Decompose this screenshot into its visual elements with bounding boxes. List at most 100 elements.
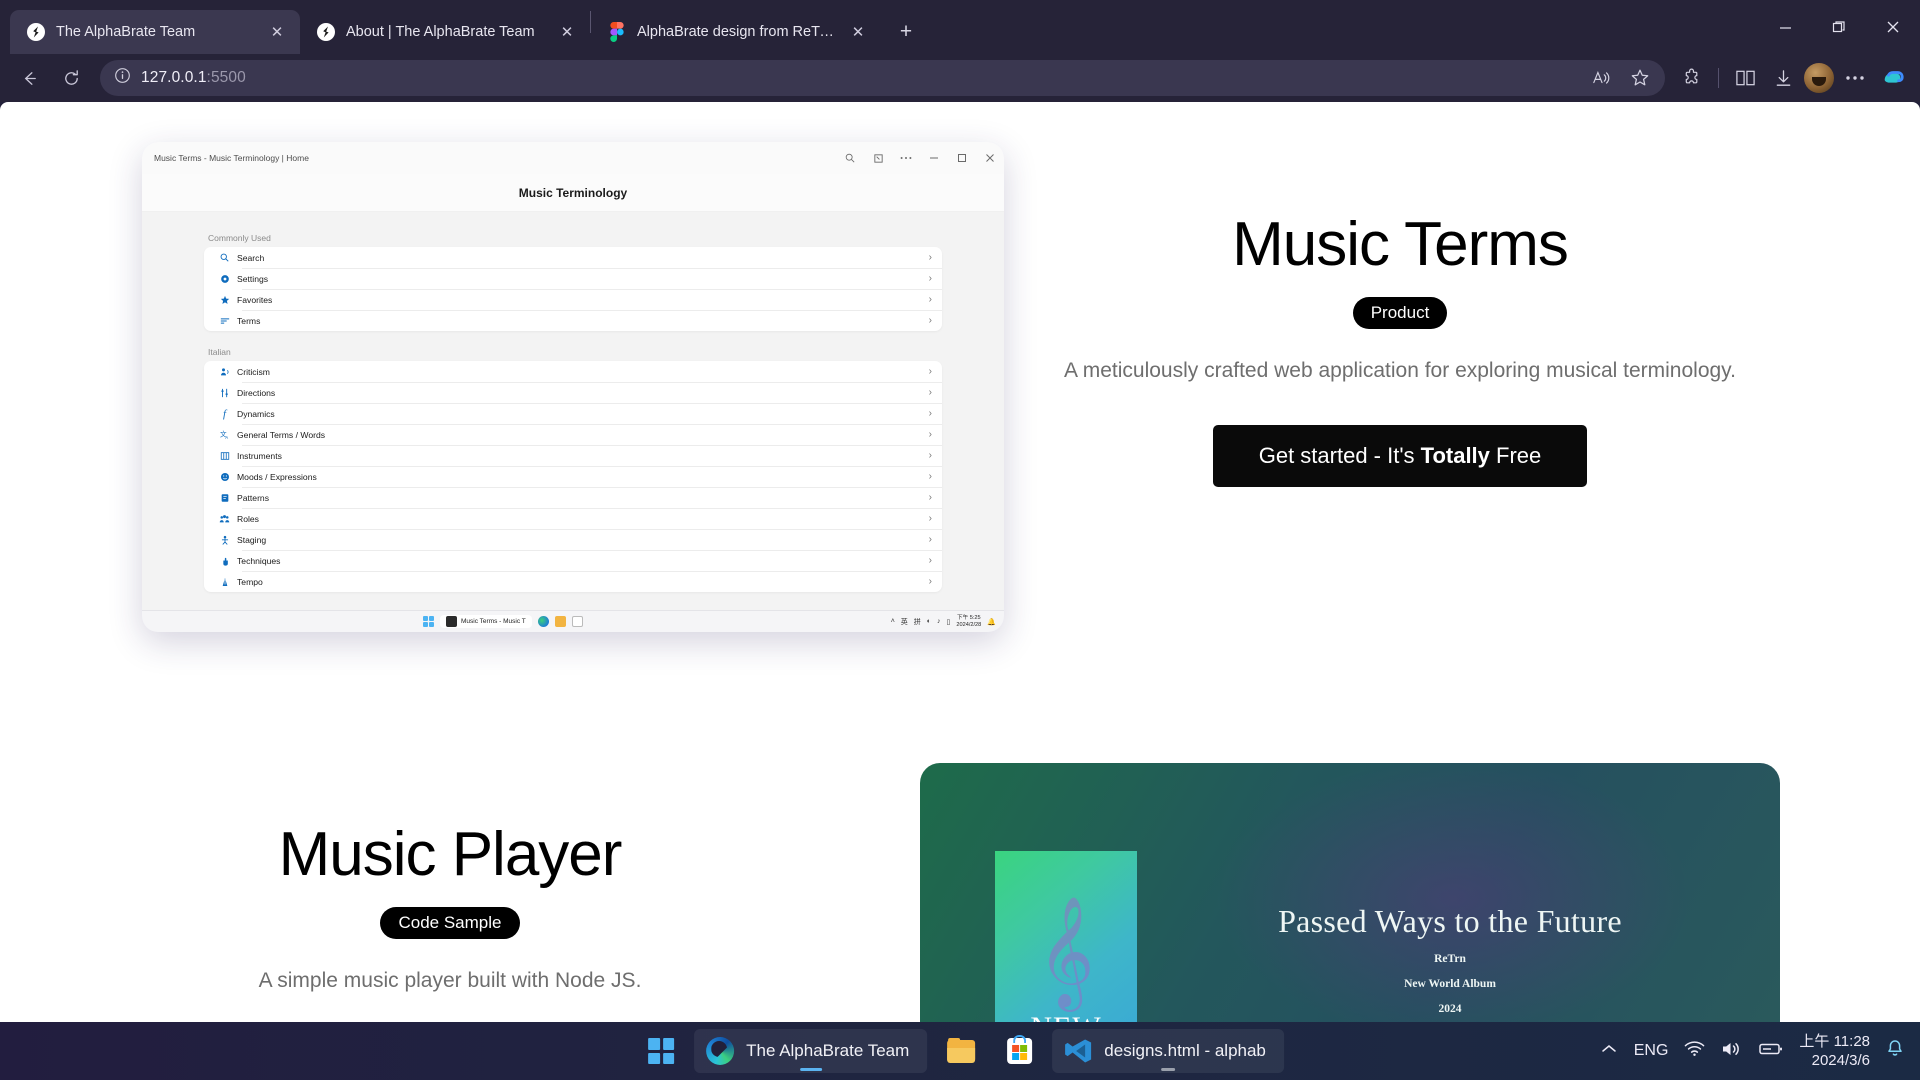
list-item[interactable]: Settings › — [204, 268, 942, 289]
annotate-icon[interactable] — [864, 142, 892, 174]
list-item[interactable]: Roles › — [204, 508, 942, 529]
ime-english-icon[interactable]: 英 — [901, 617, 908, 627]
start-icon[interactable] — [423, 616, 434, 627]
copilot-icon[interactable] — [1876, 61, 1910, 95]
taskbar-clock[interactable]: 上午 11:28 2024/3/6 — [1799, 1032, 1870, 1071]
minimize-icon[interactable] — [920, 142, 948, 174]
notification-bell-icon[interactable]: 🔔 — [987, 618, 996, 626]
list-item[interactable]: Criticism › — [204, 361, 942, 382]
app-title-bar: Music Terms - Music Terminology | Home — [142, 142, 1004, 174]
toolbar-divider — [1718, 68, 1719, 88]
tab-strip: The AlphaBrate Team ✕ About | The AlphaB… — [0, 0, 1920, 54]
taskbar-item-microsoft-store[interactable] — [995, 1029, 1044, 1073]
list-item[interactable]: Staging › — [204, 529, 942, 550]
battery-icon[interactable]: ▯ — [947, 618, 951, 626]
volume-icon[interactable]: ♪ — [937, 618, 941, 625]
taskbar-items: The AlphaBrate Team designs.html - alpha… — [636, 1029, 1284, 1073]
list-item[interactable]: Search › — [204, 247, 942, 268]
tab-close-icon[interactable]: ✕ — [845, 19, 871, 45]
list-item-label: Moods / Expressions — [237, 471, 317, 482]
language-indicator[interactable]: ENG — [1634, 1042, 1669, 1060]
list-item[interactable]: Directions › — [204, 382, 942, 403]
maximize-button[interactable] — [1812, 0, 1866, 54]
chevron-right-icon: › — [928, 555, 932, 566]
start-icon — [648, 1038, 675, 1064]
wifi-icon[interactable] — [1684, 1040, 1705, 1062]
tray-chevron-icon[interactable]: ˄ — [891, 618, 895, 625]
tab-close-icon[interactable]: ✕ — [554, 19, 580, 45]
tab-about-the-alphabrate-team[interactable]: About | The AlphaBrate Team ✕ — [300, 10, 590, 54]
info-circle-icon[interactable] — [114, 67, 131, 89]
list-item[interactable]: Techniques › — [204, 550, 942, 571]
list-item-label: Patterns — [237, 492, 270, 503]
maximize-icon[interactable] — [948, 142, 976, 174]
get-started-button[interactable]: Get started - It's Totally Free — [1212, 425, 1588, 488]
tab-the-alphabrate-team[interactable]: The AlphaBrate Team ✕ — [10, 10, 300, 54]
profile-avatar[interactable] — [1804, 63, 1834, 93]
person-voice-icon — [216, 367, 233, 377]
tab-alphabrate-design-figma[interactable]: AlphaBrate design from ReTrn – ✕ — [591, 10, 881, 54]
app-screenshot-music-terminology: Music Terms - Music Terminology | Home M… — [142, 142, 1004, 632]
list-item-label: Terms — [237, 315, 261, 326]
tab-title: AlphaBrate design from ReTrn – — [637, 24, 835, 40]
close-icon[interactable] — [976, 142, 1004, 174]
ime-pinyin-icon[interactable]: 拼 — [914, 617, 921, 627]
window-controls — [1758, 0, 1920, 54]
app-screenshot-taskbar: Music Terms - Music T ˄ 英 拼 ◐ ♪ ▯ 下午 5:2… — [142, 610, 1004, 632]
search-icon — [216, 253, 233, 262]
list-item[interactable]: 文A General Terms / Words › — [204, 424, 942, 445]
chevron-right-icon: › — [928, 294, 932, 305]
app-taskbar-clock[interactable]: 下午 5:25 2024/2/28 — [956, 615, 981, 629]
list-item[interactable]: Moods / Expressions › — [204, 466, 942, 487]
read-aloud-icon[interactable] — [1585, 61, 1619, 95]
staging-icon — [216, 535, 233, 545]
list-item[interactable]: Terms › — [204, 310, 942, 331]
cta-prefix: Get started - It's — [1258, 443, 1421, 469]
more-settings-icon[interactable] — [1838, 61, 1872, 95]
favorite-star-icon[interactable] — [1623, 61, 1657, 95]
taskbar-item-edge[interactable]: The AlphaBrate Team — [694, 1029, 928, 1073]
close-button[interactable] — [1866, 0, 1920, 54]
more-icon[interactable] — [892, 142, 920, 174]
hand-icon — [216, 556, 233, 566]
search-icon[interactable] — [836, 142, 864, 174]
cta-suffix: Free — [1489, 443, 1542, 469]
new-tab-button[interactable]: + — [889, 15, 923, 49]
tray-expand-chevron-icon[interactable] — [1600, 1042, 1618, 1060]
app-taskbar-tray: ˄ 英 拼 ◐ ♪ ▯ 下午 5:25 2024/2/28 🔔 — [891, 615, 996, 629]
edge-icon[interactable] — [537, 616, 549, 627]
list-item[interactable]: Instruments › — [204, 445, 942, 466]
battery-icon[interactable] — [1759, 1042, 1783, 1061]
downloads-icon[interactable] — [1766, 61, 1800, 95]
clock-time: 上午 11:28 — [1799, 1032, 1870, 1050]
wifi-icon[interactable]: ◐ — [927, 618, 931, 625]
minimize-button[interactable] — [1758, 0, 1812, 54]
reload-button[interactable] — [52, 59, 90, 97]
extensions-icon[interactable] — [1675, 61, 1709, 95]
taskbar-item-vscode[interactable]: designs.html - alphab — [1052, 1029, 1284, 1073]
split-screen-icon[interactable] — [1728, 61, 1762, 95]
list-item[interactable]: Patterns › — [204, 487, 942, 508]
list-item-label: Criticism — [237, 366, 270, 377]
taskbar-item-label: The AlphaBrate Team — [746, 1041, 910, 1060]
volume-icon[interactable] — [1721, 1040, 1743, 1063]
taskbar-start-button[interactable] — [636, 1029, 686, 1073]
list-item[interactable]: f Dynamics › — [204, 403, 942, 424]
list-item[interactable]: Tempo › — [204, 571, 942, 592]
address-bar[interactable]: 127.0.0.1:5500 — [100, 60, 1665, 96]
taskbar-item-file-explorer[interactable] — [935, 1029, 987, 1073]
back-button[interactable] — [10, 59, 48, 97]
list-item-label: General Terms / Words — [237, 429, 326, 440]
notification-bell-icon[interactable] — [1886, 1039, 1904, 1063]
forte-icon: f — [222, 407, 227, 420]
store-icon[interactable] — [571, 616, 583, 627]
chevron-right-icon: › — [928, 315, 932, 326]
alphabrate-icon — [316, 22, 336, 42]
file-explorer-icon[interactable] — [554, 616, 566, 627]
taskbar-app-label: Music Terms - Music T — [461, 618, 526, 625]
list-item[interactable]: Favorites › — [204, 289, 942, 310]
list-icon — [216, 316, 233, 326]
list-item-label: Staging — [237, 534, 267, 545]
taskbar-app-chip[interactable]: Music Terms - Music T — [440, 615, 532, 628]
tab-close-icon[interactable]: ✕ — [264, 19, 290, 45]
